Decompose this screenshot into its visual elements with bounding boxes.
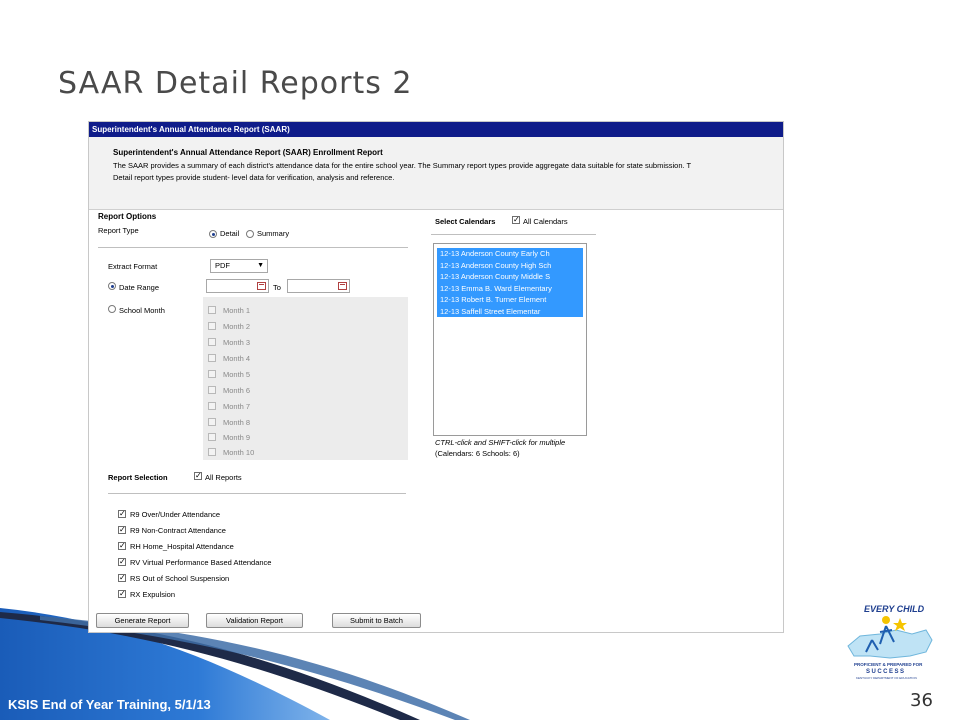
report-checkbox[interactable]: ✓ (118, 574, 126, 582)
all-calendars-checkbox[interactable]: ✓ (512, 216, 520, 224)
report-checkbox[interactable]: ✓ (118, 590, 126, 598)
month-checkbox[interactable] (208, 322, 216, 330)
all-reports-checkbox[interactable]: ✓ (194, 472, 202, 480)
to-label: To (273, 283, 281, 292)
month-checkbox[interactable] (208, 402, 216, 410)
report-checkbox[interactable]: ✓ (118, 558, 126, 566)
calendar-icon[interactable] (257, 282, 266, 290)
all-calendars-label: All Calendars (523, 217, 568, 226)
divider (98, 247, 408, 248)
window-title-bar: Superintendent's Annual Attendance Repor… (89, 122, 783, 137)
summary-radio[interactable] (246, 230, 254, 238)
extract-format-label: Extract Format (108, 262, 158, 271)
month-label: Month 2 (223, 322, 251, 331)
report-type-label: Report Type (98, 226, 139, 235)
month-checkbox[interactable] (208, 386, 216, 394)
calendar-option[interactable]: 12-13 Emma B. Ward Elementary (437, 282, 583, 294)
every-child-logo: EVERY CHILD PROFICIENT & PREPARED FOR SU… (847, 604, 933, 680)
detail-radio-label: Detail (220, 229, 240, 238)
report-checkbox[interactable]: ✓ (118, 526, 126, 534)
calendar-option[interactable]: 12-13 Anderson County Early Ch (437, 248, 583, 260)
months-panel: Month 1 Month 2 Month 3 Month 4 Month 5 … (203, 297, 408, 460)
logo-bottom-text: KENTUCKY DEPARTMENT OF EDUCATION (856, 676, 917, 680)
month-checkbox[interactable] (208, 306, 216, 314)
logo-success-text: SUCCESS (866, 669, 906, 675)
school-month-radio[interactable] (108, 305, 116, 313)
month-checkbox[interactable] (208, 354, 216, 362)
report-options-heading: Report Options (98, 212, 157, 221)
extract-format-value: PDF (215, 261, 230, 270)
slide-title: SAAR Detail Reports 2 (58, 66, 413, 101)
report-label: R9 Over/Under Attendance (130, 510, 221, 519)
detail-radio[interactable] (209, 230, 217, 238)
report-checkbox[interactable]: ✓ (118, 510, 126, 518)
report-label: R9 Non-Contract Attendance (130, 526, 226, 535)
calendar-counts: (Calendars: 6 Schools: 6) (435, 449, 520, 458)
month-checkbox[interactable] (208, 418, 216, 426)
month-label: Month 4 (223, 354, 251, 363)
page-number: 36 (910, 690, 933, 711)
all-reports-label: All Reports (205, 473, 242, 482)
month-label: Month 9 (223, 433, 251, 442)
month-label: Month 3 (223, 338, 251, 347)
extract-format-select[interactable]: PDF ▼ (210, 259, 268, 273)
divider (108, 493, 406, 494)
logo-middle-text: PROFICIENT & PREPARED FOR (854, 662, 923, 667)
generate-report-button[interactable]: Generate Report (96, 613, 189, 628)
validation-report-button[interactable]: Validation Report (206, 613, 303, 628)
calendar-option[interactable]: 12-13 Saffell Street Elementar (437, 305, 583, 317)
report-label: RH Home_Hospital Attendance (130, 542, 234, 551)
calendar-option[interactable]: 12-13 Anderson County Middle S (437, 271, 583, 283)
calendar-icon[interactable] (338, 282, 347, 290)
description-line-1: The SAAR provides a summary of each dist… (113, 161, 692, 170)
report-selection-heading: Report Selection (108, 473, 168, 482)
chevron-down-icon: ▼ (257, 262, 264, 269)
date-range-radio[interactable] (108, 282, 116, 290)
school-month-label: School Month (119, 306, 165, 315)
date-to-input[interactable] (287, 279, 350, 293)
footer-text: KSIS End of Year Training, 5/1/13 (8, 697, 211, 712)
report-label: RX Expulsion (130, 590, 176, 599)
calendar-option[interactable]: 12-13 Anderson County High Sch (437, 259, 583, 271)
report-label: RV Virtual Performance Based Attendance (130, 558, 272, 567)
logo-top-text: EVERY CHILD (864, 604, 925, 614)
date-range-label: Date Range (119, 283, 160, 292)
month-label: Month 7 (223, 402, 251, 411)
description-line-2: Detail report types provide student- lev… (113, 173, 395, 182)
month-checkbox[interactable] (208, 370, 216, 378)
select-calendars-heading: Select Calendars (435, 217, 496, 226)
month-label: Month 5 (223, 370, 251, 379)
divider (431, 234, 596, 235)
summary-radio-label: Summary (257, 229, 290, 238)
report-checkbox[interactable]: ✓ (118, 542, 126, 550)
month-checkbox[interactable] (208, 433, 216, 441)
submit-to-batch-button[interactable]: Submit to Batch (332, 613, 421, 628)
month-checkbox[interactable] (208, 448, 216, 456)
saar-screenshot: Superintendent's Annual Attendance Repor… (88, 121, 784, 633)
month-label: Month 1 (223, 306, 251, 315)
month-label: Month 6 (223, 386, 251, 395)
report-label: RS Out of School Suspension (130, 574, 230, 583)
description-box: Superintendent's Annual Attendance Repor… (89, 137, 783, 210)
description-heading: Superintendent's Annual Attendance Repor… (113, 148, 383, 157)
date-from-input[interactable] (206, 279, 269, 293)
calendar-option[interactable]: 12-13 Robert B. Turner Element (437, 294, 583, 306)
calendar-listbox[interactable]: 12-13 Anderson County Early Ch 12-13 And… (433, 243, 587, 436)
month-checkbox[interactable] (208, 338, 216, 346)
calendar-hint: CTRL-click and SHIFT-click for multiple (435, 438, 566, 447)
month-label: Month 8 (223, 418, 251, 427)
month-label: Month 10 (223, 448, 255, 457)
